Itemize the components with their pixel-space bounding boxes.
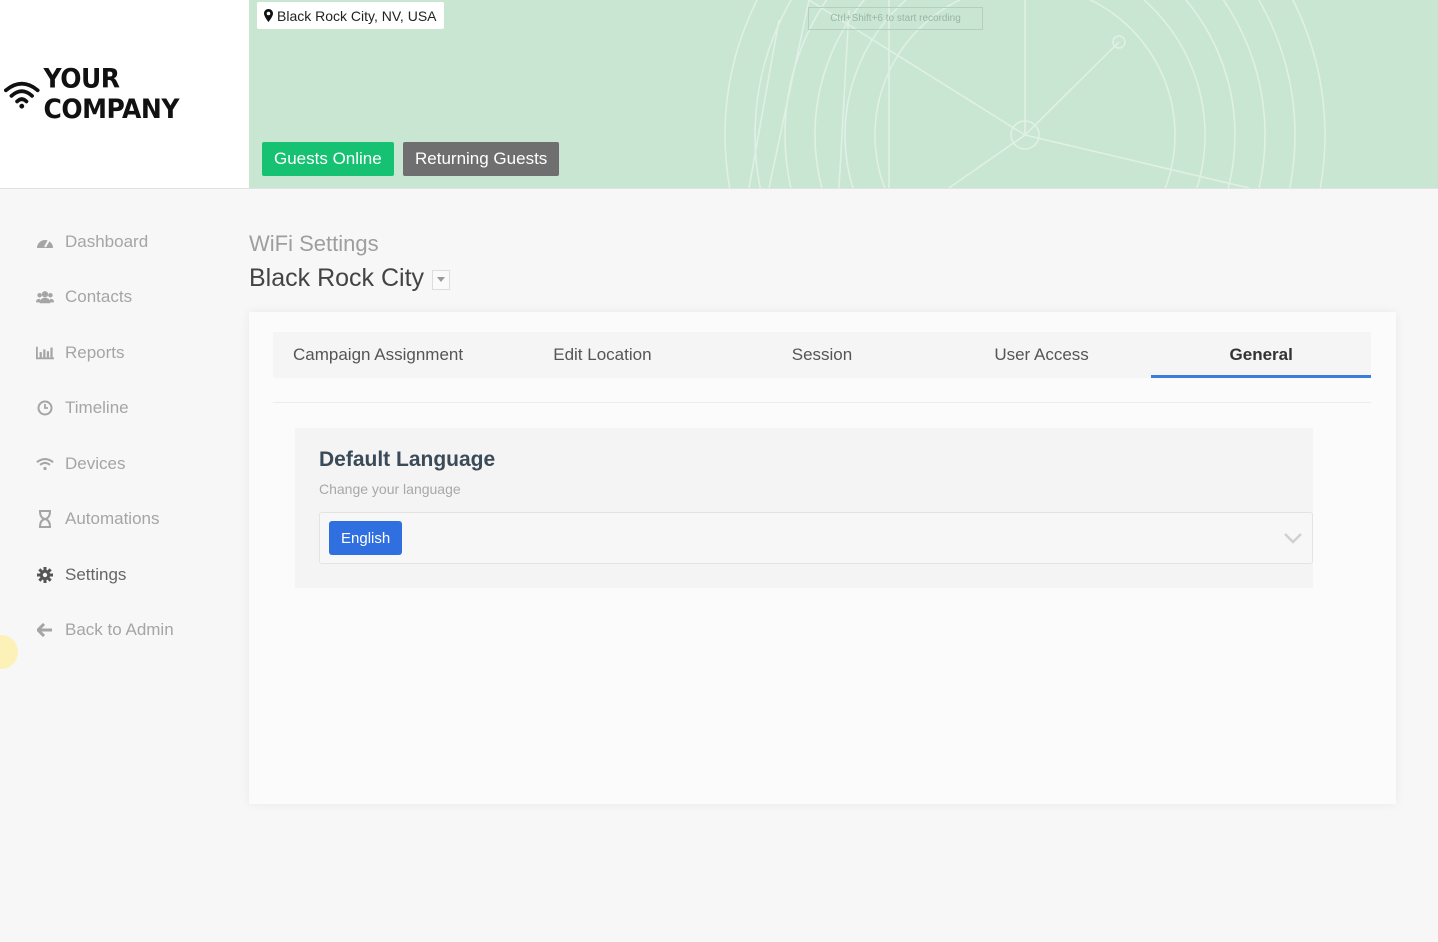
sidebar-item-devices[interactable]: Devices	[36, 451, 125, 477]
chevron-down-icon[interactable]	[1284, 531, 1302, 549]
sidebar-item-back-to-admin[interactable]: Back to Admin	[36, 617, 174, 643]
header-divider	[0, 188, 1438, 189]
map-marker-icon	[264, 9, 273, 22]
sidebar-item-label: Back to Admin	[65, 620, 174, 639]
sidebar-item-automations[interactable]: Automations	[36, 506, 160, 532]
arrow-left-icon	[36, 621, 54, 639]
tab-user-access[interactable]: User Access	[932, 332, 1152, 378]
sidebar-item-label: Timeline	[65, 398, 129, 417]
tab-general[interactable]: General	[1151, 332, 1371, 378]
settings-tabs: Campaign Assignment Edit Location Sessio…	[273, 332, 1371, 378]
tachometer-icon	[36, 233, 54, 251]
selected-language-chip[interactable]: English	[329, 521, 403, 555]
company-name: YOUR COMPANY	[43, 63, 180, 125]
sidebar-item-label: Contacts	[65, 287, 133, 306]
sidebar-item-label: Settings	[65, 565, 127, 584]
section-title: Default Language	[319, 448, 496, 471]
location-chip[interactable]: Black Rock City, NV, USA	[257, 2, 444, 29]
page-title: Black Rock City	[249, 264, 451, 293]
settings-card: Campaign Assignment Edit Location Sessio…	[249, 312, 1396, 804]
sidebar-item-settings[interactable]: Settings	[36, 562, 126, 588]
page-subtitle: WiFi Settings	[249, 231, 379, 256]
wifi-logo-icon	[4, 81, 40, 109]
users-icon	[36, 288, 54, 306]
wifi-icon	[36, 455, 54, 473]
section-subtitle: Change your language	[319, 481, 461, 497]
company-logo: YOUR COMPANY	[0, 0, 249, 188]
tabs-divider	[273, 402, 1371, 403]
sidebar-item-label: Devices	[65, 454, 126, 473]
tab-edit-location[interactable]: Edit Location	[493, 332, 713, 378]
location-name: Black Rock City	[249, 264, 425, 292]
sidebar-item-dashboard[interactable]: Dashboard	[36, 229, 148, 255]
tab-session[interactable]: Session	[712, 332, 932, 378]
recording-hint: Ctrl+Shift+6 to start recording	[808, 7, 983, 30]
clock-icon	[36, 399, 54, 417]
sidebar-item-label: Automations	[65, 509, 160, 528]
sidebar-item-reports[interactable]: Reports	[36, 340, 125, 366]
cursor-highlight	[0, 635, 18, 669]
guests-online-button[interactable]: Guests Online	[262, 142, 394, 176]
hourglass-icon	[36, 510, 54, 528]
caret-down-icon	[437, 277, 446, 282]
sidebar-item-label: Dashboard	[65, 232, 149, 251]
gear-icon	[36, 566, 54, 584]
bar-chart-icon	[36, 344, 54, 362]
returning-guests-button[interactable]: Returning Guests	[403, 142, 560, 176]
sidebar-item-timeline[interactable]: Timeline	[36, 395, 129, 421]
sidebar-item-contacts[interactable]: Contacts	[36, 284, 132, 310]
language-select[interactable]: English	[319, 512, 1313, 564]
location-chip-label: Black Rock City, NV, USA	[277, 7, 437, 24]
location-map[interactable]: Black Rock City, NV, USA Ctrl+Shift+6 to…	[249, 0, 1438, 188]
tab-campaign-assignment[interactable]: Campaign Assignment	[273, 332, 493, 378]
default-language-section: Default Language Change your language En…	[295, 428, 1313, 588]
location-dropdown-toggle[interactable]	[432, 269, 451, 290]
sidebar-item-label: Reports	[65, 343, 125, 362]
